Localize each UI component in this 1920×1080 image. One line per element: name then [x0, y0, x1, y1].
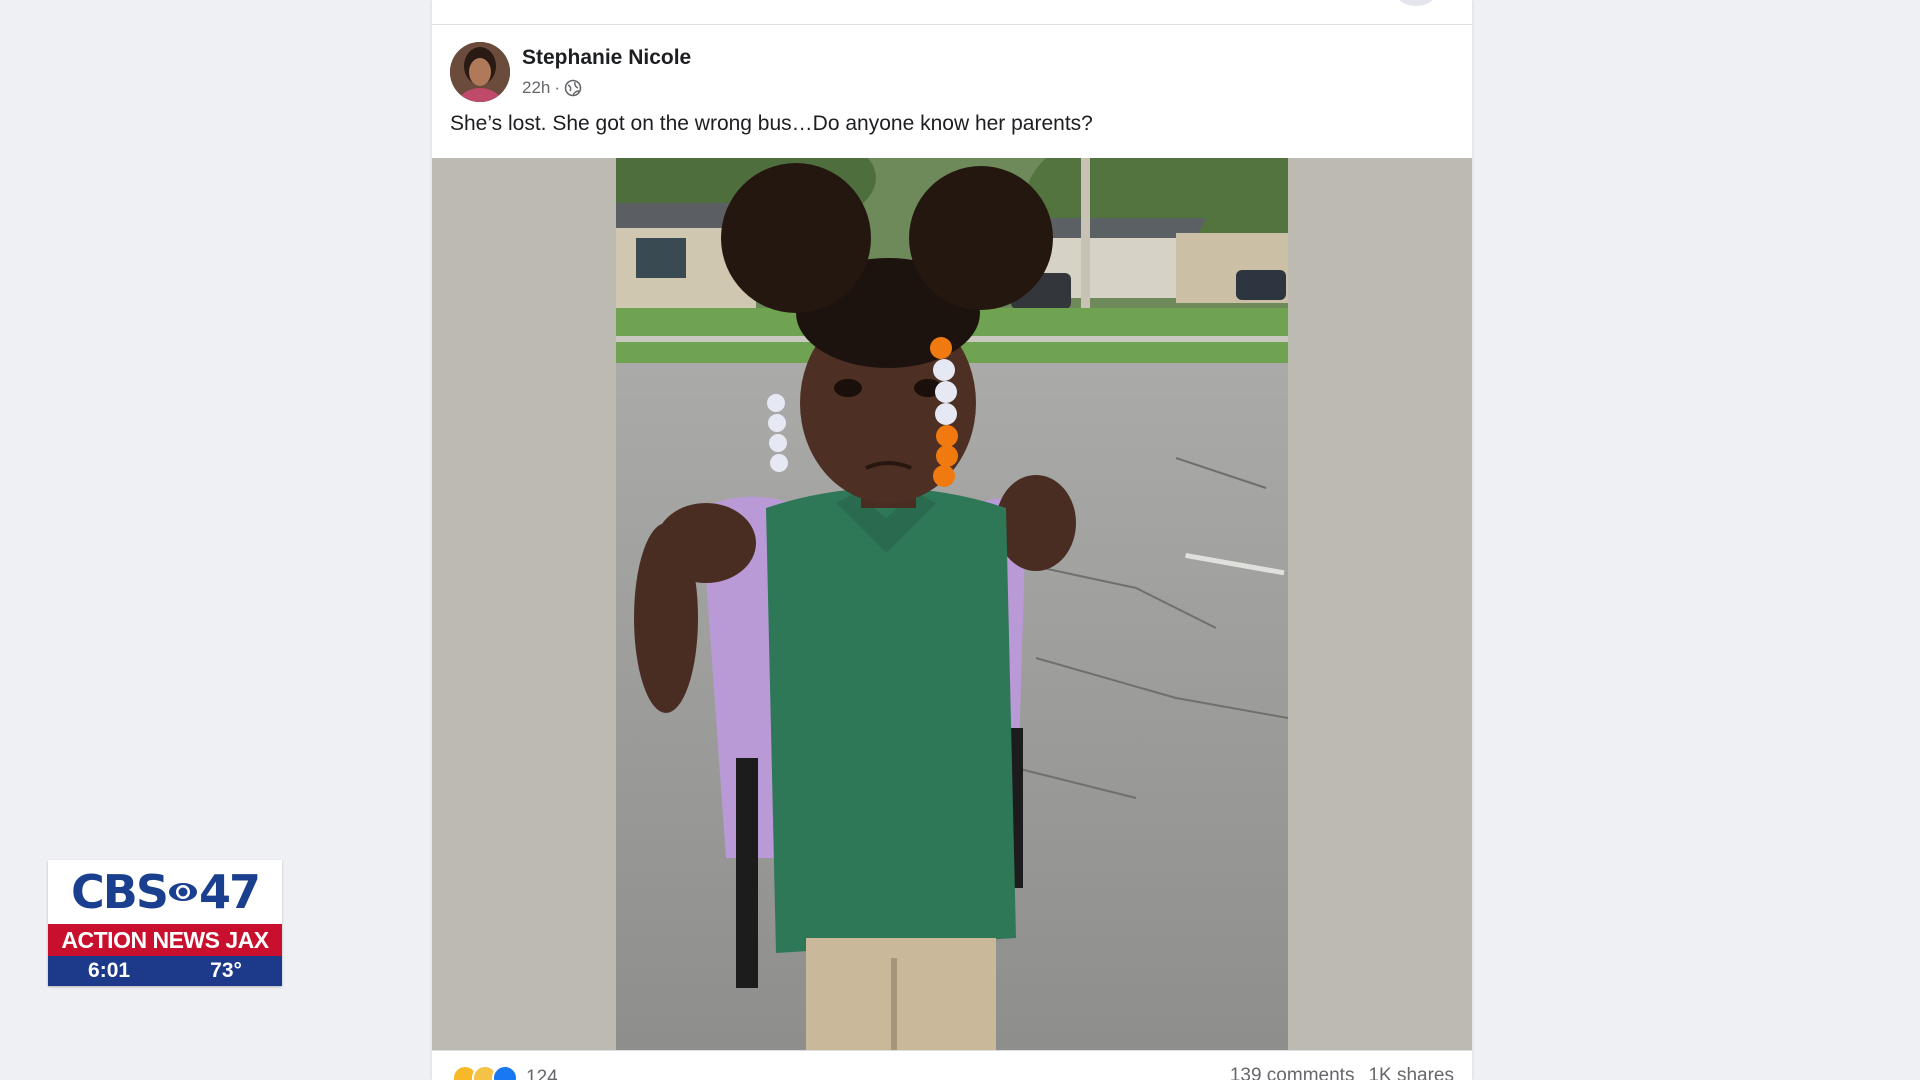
author-name[interactable]: Stephanie Nicole	[522, 46, 691, 70]
post-footer: 124 139 comments 1K shares	[432, 1050, 1472, 1080]
meta-separator: ·	[554, 78, 561, 97]
post-media[interactable]	[432, 158, 1472, 1050]
avatar[interactable]	[450, 42, 510, 102]
reactions-summary[interactable]: 124	[452, 1065, 558, 1080]
post-meta: 22h ·	[522, 78, 582, 98]
post-text: She’s lost. She got on the wrong bus…Do …	[450, 112, 1093, 135]
brand-left: CBS	[71, 865, 169, 919]
post-photo[interactable]	[616, 158, 1288, 1050]
post-header: Stephanie Nicole 22h ·	[450, 42, 1450, 106]
avatar-image	[450, 42, 510, 102]
time-weather-bar: 6:01 73°	[48, 956, 282, 986]
temperature: 73°	[210, 959, 242, 982]
shares-count[interactable]: 1K shares	[1368, 1065, 1454, 1080]
reaction-count: 124	[526, 1067, 558, 1080]
clock: 6:01	[88, 959, 131, 982]
facebook-post-card: Stephanie Nicole 22h · She’s lost. She g…	[432, 0, 1472, 1080]
more-options-button[interactable]	[1396, 0, 1436, 6]
station-brand: CBS 47	[48, 860, 282, 924]
previous-post-edge	[432, 0, 1472, 25]
station-name: ACTION NEWS JAX	[48, 924, 282, 956]
globe-icon	[564, 79, 582, 97]
comments-count[interactable]: 139 comments	[1230, 1065, 1355, 1080]
post-time[interactable]: 22h	[522, 78, 550, 98]
photo-image	[616, 158, 1288, 1050]
engagement-counts: 139 comments 1K shares	[1230, 1065, 1454, 1080]
brand-right: 47	[198, 865, 261, 919]
cbs-eye-icon	[168, 883, 197, 901]
like-icon	[492, 1065, 518, 1080]
station-logo: CBS 47 ACTION NEWS JAX 6:01 73°	[48, 860, 282, 986]
